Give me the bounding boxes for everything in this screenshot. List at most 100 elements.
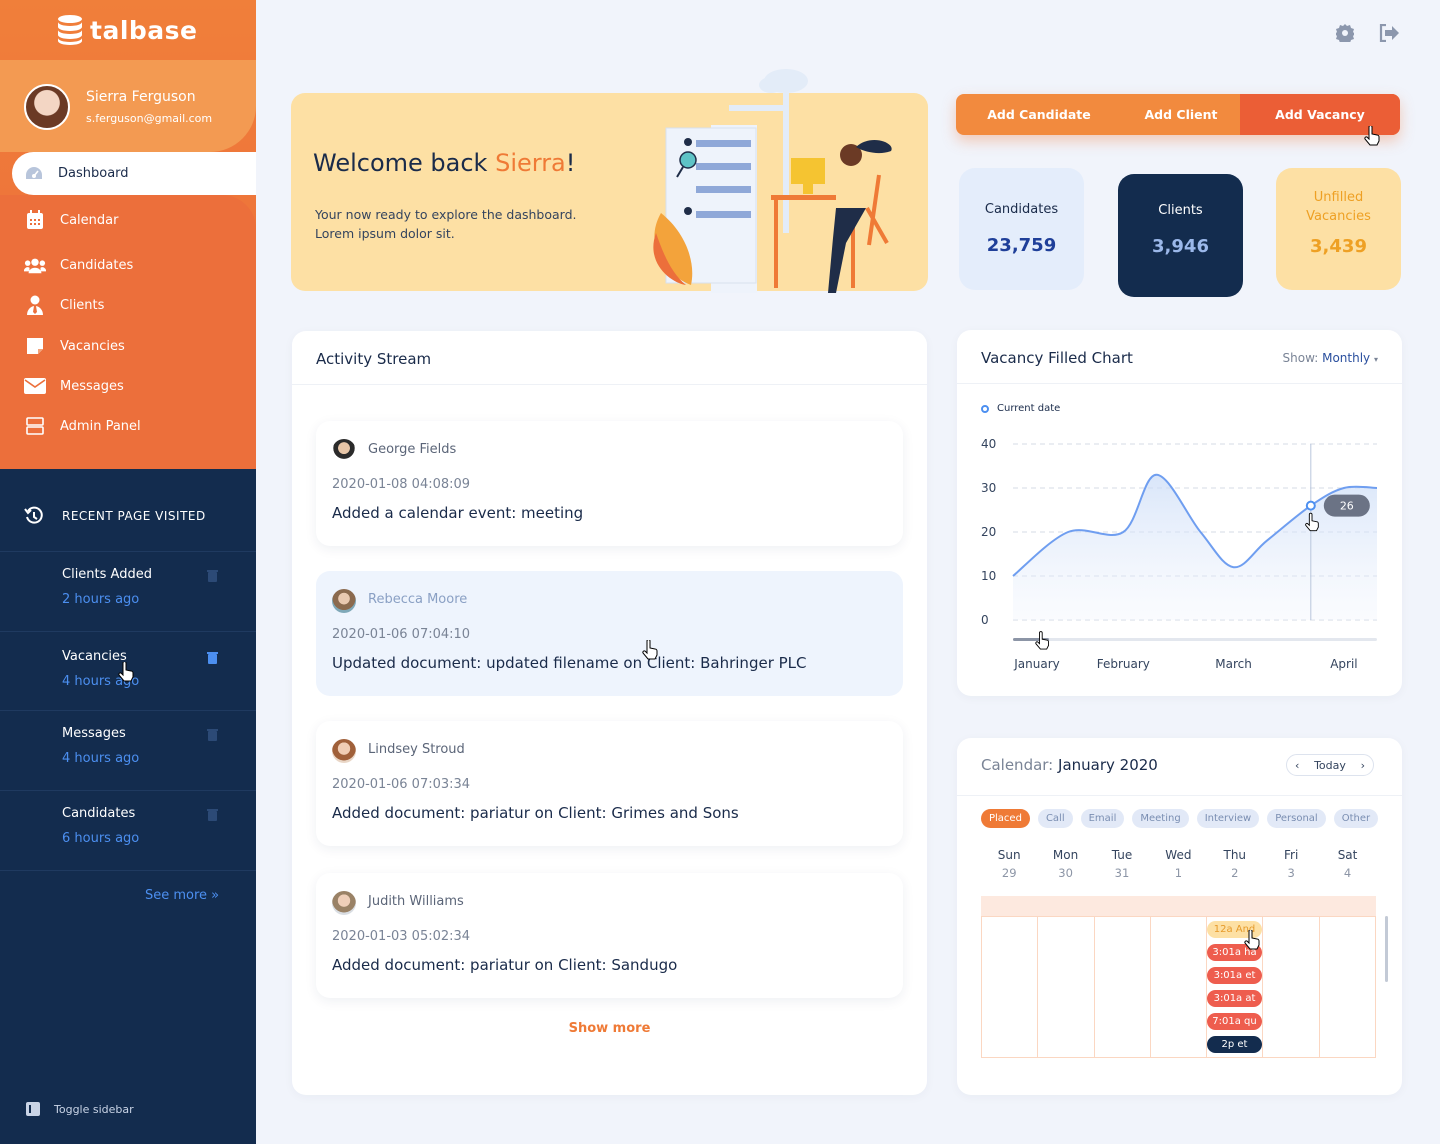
sidebar: talbase Sierra Ferguson s.ferguson@gmail… bbox=[0, 0, 256, 1144]
day-column[interactable] bbox=[1095, 897, 1151, 1057]
event-type-filters: Placed Call Email Meeting Interview Pers… bbox=[981, 809, 1379, 828]
chevron-right-icon[interactable]: › bbox=[1361, 759, 1365, 772]
add-candidate-button[interactable]: Add Candidate bbox=[956, 94, 1122, 135]
welcome-banner: Welcome back Sierra! Your now ready to e… bbox=[291, 69, 928, 293]
welcome-exclaim: ! bbox=[565, 149, 576, 177]
activity-item[interactable]: George Fields 2020-01-08 04:08:09 Added … bbox=[316, 421, 903, 546]
stat-card-clients[interactable]: Clients 3,946 bbox=[1118, 174, 1243, 297]
user-email: s.ferguson@gmail.com bbox=[86, 112, 213, 125]
nav-item-admin-panel[interactable]: Admin Panel bbox=[24, 416, 141, 436]
recent-item[interactable]: Clients Added 2 hours ago bbox=[0, 551, 256, 631]
weekday-header: Sun 29 Mon 30 Tue 31 Wed 1 Thu 2 Fri 3 Sat 4 bbox=[981, 848, 1376, 880]
day-column[interactable] bbox=[1151, 897, 1208, 1057]
weekday: Sun 29 bbox=[981, 848, 1037, 880]
activity-stream-card: Activity Stream George Fields 2020-01-08… bbox=[292, 331, 927, 1095]
dashboard-gauge-icon bbox=[26, 166, 42, 179]
nav-label: Candidates bbox=[60, 257, 134, 273]
stat-label: Unfilled Vacancies bbox=[1306, 190, 1371, 224]
see-more-link[interactable]: See more » bbox=[145, 888, 219, 903]
recent-item-title: Messages bbox=[62, 726, 126, 741]
calendar-event[interactable]: 7:01a qu bbox=[1207, 1013, 1262, 1030]
add-client-button[interactable]: Add Client bbox=[1122, 94, 1240, 135]
weekday-date: 29 bbox=[1001, 866, 1017, 880]
stat-label: Candidates bbox=[984, 202, 1059, 217]
nav-label: Calendar bbox=[60, 212, 119, 228]
weekday-date: 2 bbox=[1231, 866, 1239, 880]
chevron-left-icon[interactable]: ‹ bbox=[1295, 759, 1299, 772]
tag-personal[interactable]: Personal bbox=[1267, 809, 1326, 828]
recent-pages-heading: RECENT PAGE VISITED bbox=[24, 506, 206, 526]
stat-card-candidates[interactable]: Candidates 23,759 bbox=[959, 168, 1084, 290]
weekday-date: 31 bbox=[1114, 866, 1130, 880]
weekday: Tue 31 bbox=[1094, 848, 1150, 880]
user-avatar bbox=[24, 84, 70, 130]
today-button[interactable]: Today bbox=[1314, 759, 1346, 772]
nav-item-vacancies[interactable]: Vacancies bbox=[24, 336, 125, 356]
nav-item-calendar[interactable]: Calendar bbox=[24, 210, 118, 230]
toggle-sidebar-button[interactable]: Toggle sidebar bbox=[26, 1102, 134, 1116]
nav-item-clients[interactable]: Clients bbox=[24, 295, 104, 315]
weekday-name: Thu bbox=[1223, 848, 1247, 862]
trash-icon[interactable] bbox=[207, 808, 218, 821]
tag-email[interactable]: Email bbox=[1080, 809, 1125, 828]
show-more-button[interactable]: Show more bbox=[292, 1021, 927, 1036]
weekday: Wed 1 bbox=[1150, 848, 1206, 880]
activity-time: 2020-01-06 07:04:10 bbox=[332, 627, 471, 642]
activity-text: Added document: pariatur on Client: Sand… bbox=[332, 956, 678, 974]
y-tick-label: 10 bbox=[981, 569, 996, 583]
app-logo[interactable]: talbase bbox=[56, 14, 198, 46]
settings-gear-icon[interactable] bbox=[1334, 22, 1356, 44]
quick-actions: Add Candidate Add Client Add Vacancy bbox=[956, 94, 1400, 135]
calendar-event[interactable]: 3:01a at bbox=[1207, 990, 1262, 1007]
activity-text: Added a calendar event: meeting bbox=[332, 504, 584, 522]
recent-item-title: Candidates bbox=[62, 806, 136, 821]
welcome-illustration bbox=[653, 69, 892, 293]
vacancy-line-chart[interactable]: 0 10 20 30 40 January February March April 26 bbox=[957, 330, 1402, 696]
calendar-event[interactable]: 3:01a et bbox=[1207, 967, 1262, 984]
nav-item-dashboard[interactable]: Dashboard bbox=[12, 152, 256, 195]
recent-divider bbox=[0, 870, 256, 871]
day-column[interactable] bbox=[1320, 897, 1375, 1057]
day-column[interactable] bbox=[1263, 897, 1320, 1057]
tag-meeting[interactable]: Meeting bbox=[1132, 809, 1189, 828]
nav-item-candidates[interactable]: Candidates bbox=[24, 255, 133, 275]
tag-placed[interactable]: Placed bbox=[981, 809, 1030, 828]
divider bbox=[957, 795, 1402, 796]
day-column[interactable] bbox=[1038, 897, 1095, 1057]
hand-cursor-icon bbox=[1364, 126, 1380, 146]
weekday: Fri 3 bbox=[1263, 848, 1319, 880]
y-tick-label: 0 bbox=[981, 613, 989, 627]
trash-icon[interactable] bbox=[207, 728, 218, 741]
activity-text: Updated document: updated filename on Cl… bbox=[332, 654, 807, 672]
recent-item[interactable]: Messages 4 hours ago bbox=[0, 710, 256, 790]
activity-item[interactable]: Rebecca Moore 2020-01-06 07:04:10 Update… bbox=[316, 571, 903, 696]
stat-card-unfilled-vacancies[interactable]: Unfilled Vacancies 3,439 bbox=[1276, 168, 1401, 290]
database-icon bbox=[58, 15, 82, 45]
activity-author: George Fields bbox=[368, 442, 457, 457]
users-group-icon bbox=[24, 255, 46, 275]
trash-icon[interactable] bbox=[207, 569, 218, 582]
activity-item[interactable]: Lindsey Stroud 2020-01-06 07:03:34 Added… bbox=[316, 721, 903, 846]
user-profile[interactable]: Sierra Ferguson s.ferguson@gmail.com bbox=[0, 60, 256, 152]
calendar-grid[interactable] bbox=[981, 896, 1376, 1058]
activity-time: 2020-01-08 04:08:09 bbox=[332, 477, 471, 492]
day-column[interactable] bbox=[982, 897, 1039, 1057]
history-icon bbox=[24, 506, 43, 524]
calendar-scrollbar[interactable] bbox=[1385, 916, 1388, 982]
trash-icon[interactable] bbox=[207, 651, 218, 664]
activity-text: Added document: pariatur on Client: Grim… bbox=[332, 804, 739, 822]
recent-item-title: Clients Added bbox=[62, 567, 152, 582]
weekday-name: Wed bbox=[1165, 848, 1192, 862]
nav-label: Dashboard bbox=[58, 166, 129, 181]
nav-item-messages[interactable]: Messages bbox=[24, 376, 124, 396]
recent-item[interactable]: Candidates 6 hours ago bbox=[0, 790, 256, 870]
calendar-event[interactable]: 2p et bbox=[1207, 1036, 1262, 1053]
logout-icon[interactable] bbox=[1378, 22, 1400, 44]
all-day-row[interactable] bbox=[981, 896, 1376, 917]
weekday: Sat 4 bbox=[1319, 848, 1375, 880]
weekday-name: Sun bbox=[997, 848, 1021, 862]
tag-interview[interactable]: Interview bbox=[1196, 809, 1260, 828]
tag-call[interactable]: Call bbox=[1037, 809, 1073, 828]
activity-item[interactable]: Judith Williams 2020-01-03 05:02:34 Adde… bbox=[316, 873, 903, 998]
tag-other[interactable]: Other bbox=[1333, 809, 1379, 828]
